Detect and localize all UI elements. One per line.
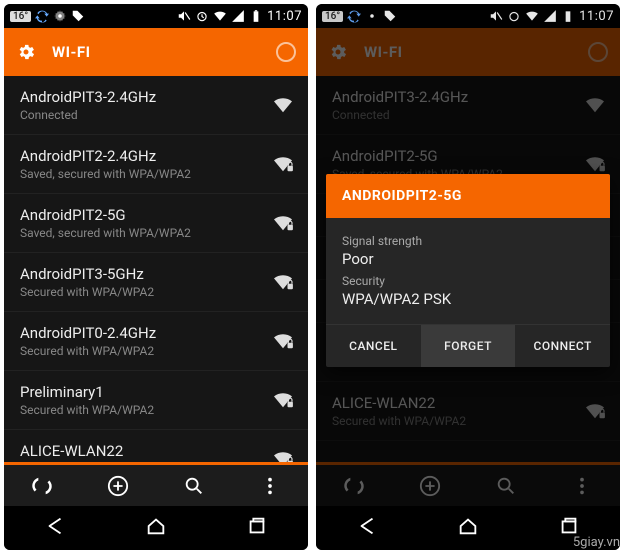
wifi-status: Connected	[20, 108, 262, 122]
tag-icon	[383, 9, 397, 23]
statusbar: 16° 11:07	[4, 4, 308, 28]
phone-right: 16° 11:07 WI-FI AndroidPIT	[316, 4, 620, 550]
gear-status-icon	[53, 9, 67, 23]
add-network-button[interactable]	[392, 465, 468, 506]
gear-icon[interactable]	[328, 42, 348, 62]
wifi-signal-icon	[272, 96, 294, 114]
tag-icon	[71, 9, 85, 23]
wifi-signal-icon	[272, 332, 294, 350]
toolbar	[4, 462, 308, 506]
signal-icon	[543, 9, 557, 23]
sync-icon	[347, 9, 361, 23]
statusbar: 16° 11:07	[316, 4, 620, 28]
wifi-row[interactable]: AndroidPIT3-5GHz Secured with WPA/WPA2	[4, 253, 308, 312]
watermark: 5giay.vn	[573, 535, 620, 550]
header: WI-FI	[316, 28, 620, 76]
nav-back[interactable]	[356, 515, 378, 541]
wifi-toggle[interactable]	[276, 42, 296, 62]
dialog-title: ANDROIDPIT2-5G	[326, 174, 610, 218]
temp-badge: 16°	[10, 11, 31, 22]
page-title: WI-FI	[52, 43, 260, 61]
alarm-icon	[195, 9, 209, 23]
wifi-signal-icon	[584, 402, 606, 420]
header: WI-FI	[4, 28, 308, 76]
wifi-ssid: AndroidPIT2-5G	[332, 147, 574, 165]
wifi-signal-icon	[272, 450, 294, 462]
signal-strength-value: Poor	[342, 250, 594, 268]
connect-button[interactable]: CONNECT	[515, 325, 610, 367]
toolbar	[316, 462, 620, 506]
cancel-button[interactable]: CANCEL	[326, 325, 421, 367]
mute-icon	[177, 9, 191, 23]
wifi-status: Secured with WPA/WPA2	[332, 414, 574, 428]
wifi-ssid: AndroidPIT0-2.4GHz	[20, 324, 262, 342]
wifi-status-icon	[525, 9, 539, 23]
clock: 11:07	[579, 9, 614, 24]
wifi-row[interactable]: AndroidPIT0-2.4GHz Secured with WPA/WPA2	[4, 312, 308, 371]
security-value: WPA/WPA2 PSK	[342, 290, 594, 308]
nav-recent[interactable]	[246, 515, 268, 541]
forget-button[interactable]: FORGET	[421, 325, 516, 367]
wifi-signal-icon	[584, 96, 606, 114]
alarm-icon	[507, 9, 521, 23]
wifi-row[interactable]: AndroidPIT2-5G Saved, secured with WPA/W…	[4, 194, 308, 253]
clock: 11:07	[267, 9, 302, 24]
temp-badge: 16°	[322, 11, 343, 22]
nav-home[interactable]	[145, 515, 167, 541]
wifi-row[interactable]: ALICE-WLAN22 Secured with WPA/WPA2	[316, 382, 620, 441]
wifi-ssid: ALICE-WLAN22	[20, 442, 262, 460]
nav-back[interactable]	[44, 515, 66, 541]
network-dialog: ANDROIDPIT2-5G Signal strength Poor Secu…	[326, 174, 610, 367]
wifi-ssid: AndroidPIT3-5GHz	[20, 265, 262, 283]
security-label: Security	[342, 274, 594, 288]
gear-status-icon	[365, 9, 379, 23]
wifi-status: Saved, secured with WPA/WPA2	[20, 167, 262, 181]
wifi-list: AndroidPIT3-2.4GHz Connected AndroidPIT2…	[4, 76, 308, 462]
wifi-row[interactable]: AndroidPIT3-2.4GHz Connected	[316, 76, 620, 135]
wifi-status: Connected	[332, 108, 574, 122]
wps-button[interactable]	[316, 465, 392, 506]
wifi-signal-icon	[584, 155, 606, 173]
wifi-row[interactable]: AndroidPIT2-2.4GHz Saved, secured with W…	[4, 135, 308, 194]
gear-icon[interactable]	[16, 42, 36, 62]
wifi-signal-icon	[272, 155, 294, 173]
sync-icon	[35, 9, 49, 23]
wps-button[interactable]	[4, 465, 80, 506]
search-button[interactable]	[156, 465, 232, 506]
wifi-ssid: AndroidPIT2-5G	[20, 206, 262, 224]
wifi-signal-icon	[272, 214, 294, 232]
wifi-status-icon	[213, 9, 227, 23]
wifi-toggle[interactable]	[588, 42, 608, 62]
wifi-ssid: AndroidPIT2-2.4GHz	[20, 147, 262, 165]
wifi-row[interactable]: AndroidPIT3-2.4GHz Connected	[4, 76, 308, 135]
wifi-ssid: ALICE-WLAN22	[332, 394, 574, 412]
signal-strength-label: Signal strength	[342, 234, 594, 248]
battery-icon	[561, 9, 575, 23]
phone-left: 16° 11:07 WI-FI Andro	[4, 4, 308, 550]
overflow-button[interactable]	[544, 465, 620, 506]
battery-icon	[249, 9, 263, 23]
wifi-ssid: AndroidPIT3-2.4GHz	[20, 88, 262, 106]
page-title: WI-FI	[364, 43, 572, 61]
wifi-row[interactable]: ALICE-WLAN22 Secured with WPA2 (WPS avai…	[4, 430, 308, 462]
nav-home[interactable]	[457, 515, 479, 541]
wifi-row[interactable]: Preliminary1 Secured with WPA/WPA2	[4, 371, 308, 430]
wifi-signal-icon	[272, 391, 294, 409]
search-button[interactable]	[468, 465, 544, 506]
navbar	[4, 506, 308, 550]
wifi-status: Secured with WPA/WPA2	[20, 403, 262, 417]
add-network-button[interactable]	[80, 465, 156, 506]
overflow-button[interactable]	[232, 465, 308, 506]
signal-icon	[231, 9, 245, 23]
wifi-status: Secured with WPA/WPA2	[20, 285, 262, 299]
wifi-ssid: AndroidPIT3-2.4GHz	[332, 88, 574, 106]
wifi-signal-icon	[272, 273, 294, 291]
wifi-ssid: Preliminary1	[20, 383, 262, 401]
wifi-status: Secured with WPA/WPA2	[20, 344, 262, 358]
mute-icon	[489, 9, 503, 23]
wifi-status: Saved, secured with WPA/WPA2	[20, 226, 262, 240]
